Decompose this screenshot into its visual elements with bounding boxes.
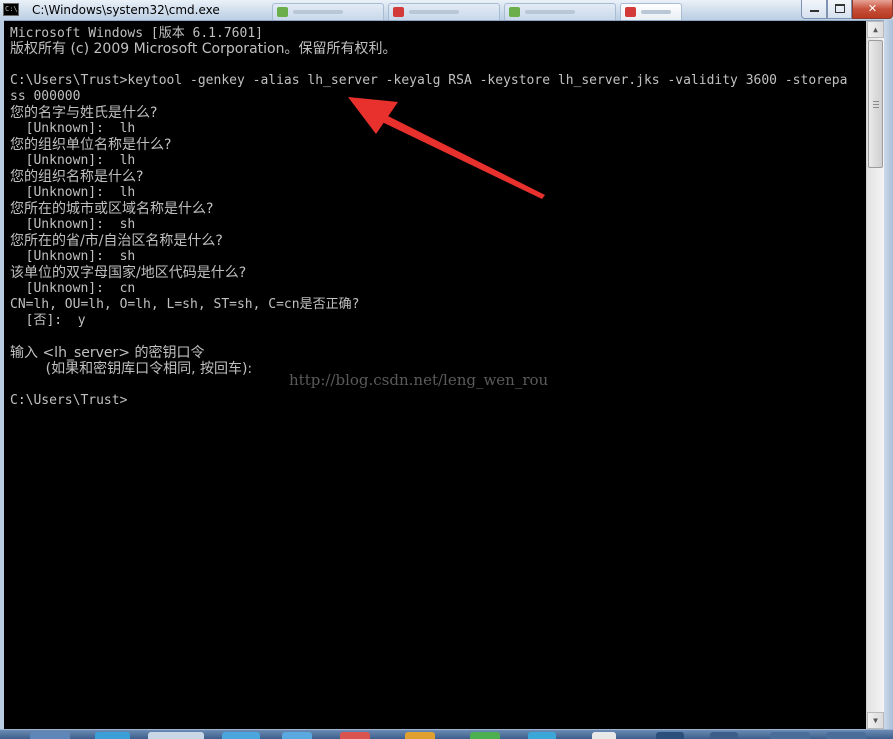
maximize-icon: [834, 4, 845, 13]
cmd-icon: C:\: [3, 3, 19, 16]
watermark-text: http://blog.csdn.net/leng_wen_rou: [289, 371, 549, 389]
vertical-scrollbar[interactable]: ▲ ▼: [866, 21, 884, 729]
console-line: 版权所有 (c) 2009 Microsoft Corporation。保留所有…: [10, 41, 397, 57]
prompt-question: 该单位的双字母国家/地区代码是什么?: [10, 265, 247, 281]
prompt-question: 您的组织单位名称是什么?: [10, 137, 172, 153]
console-line: ss 000000: [10, 89, 81, 104]
window-frame-right: [884, 20, 893, 730]
prompt-question: 您所在的城市或区域名称是什么?: [10, 201, 214, 217]
grip-line: [873, 101, 879, 102]
confirm-answer: [否]: y: [10, 313, 86, 328]
shell-prompt: C:\Users\Trust>: [10, 393, 128, 408]
close-button[interactable]: ✕: [852, 0, 893, 19]
minimize-button[interactable]: [801, 0, 827, 19]
grip-line: [873, 107, 879, 108]
minimize-icon: [809, 10, 819, 12]
background-tab: [620, 3, 682, 20]
background-tab: [504, 3, 616, 20]
title-bar[interactable]: C:\ C:\Windows\system32\cmd.exe ✕: [0, 0, 893, 21]
scroll-down-button[interactable]: ▼: [867, 712, 884, 729]
maximize-button[interactable]: [827, 0, 852, 19]
prompt-question: 您所在的省/市/自治区名称是什么?: [10, 233, 223, 249]
close-icon: ✕: [867, 2, 878, 15]
prompt-answer: [Unknown]: cn: [10, 281, 136, 296]
scroll-up-icon: ▲: [873, 25, 878, 34]
prompt-answer: [Unknown]: lh: [10, 153, 136, 168]
window-title: C:\Windows\system32\cmd.exe: [32, 3, 220, 17]
prompt-question: 您的组织名称是什么?: [10, 169, 144, 185]
command-line: C:\Users\Trust>keytool -genkey -alias lh…: [10, 73, 848, 88]
prompt-answer: [Unknown]: sh: [10, 249, 136, 264]
console-line: Microsoft Windows [版本 6.1.7601]: [10, 26, 263, 41]
grip-line: [873, 104, 879, 105]
prompt-question: 您的名字与姓氏是什么?: [10, 105, 158, 121]
scroll-down-icon: ▼: [873, 716, 878, 725]
background-tab: [272, 3, 384, 20]
key-password-prompt: 输入 <lh_server> 的密钥口令: [10, 345, 205, 361]
key-password-hint: (如果和密钥库口令相同, 按回车):: [10, 361, 253, 377]
scroll-thumb[interactable]: [868, 40, 883, 168]
scroll-up-button[interactable]: ▲: [867, 21, 884, 38]
prompt-answer: [Unknown]: lh: [10, 185, 136, 200]
prompt-answer: [Unknown]: sh: [10, 217, 136, 232]
background-tab: [388, 3, 500, 20]
confirm-question: CN=lh, OU=lh, O=lh, L=sh, ST=sh, C=cn是否正…: [10, 297, 360, 312]
prompt-answer: [Unknown]: lh: [10, 121, 136, 136]
